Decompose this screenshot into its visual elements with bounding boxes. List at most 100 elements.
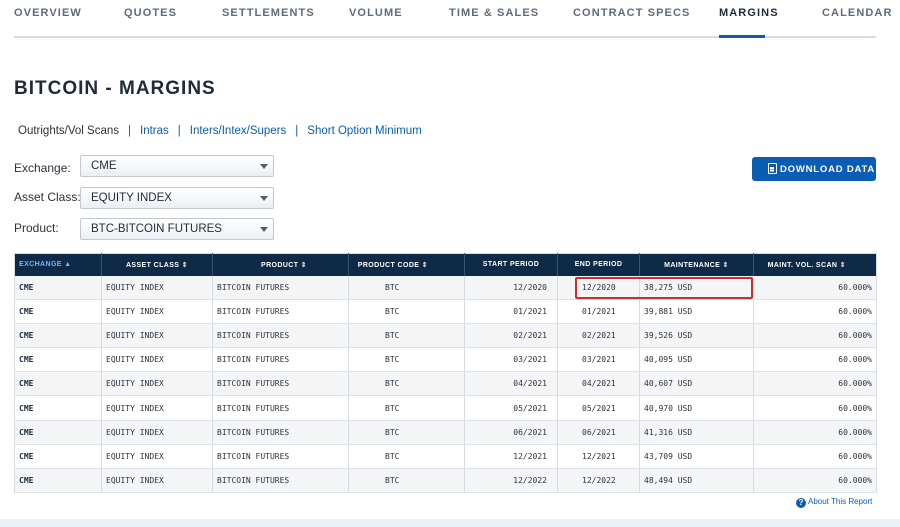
download-data-button[interactable]: DOWNLOAD DATA (752, 157, 876, 181)
chevron-down-icon (260, 164, 268, 169)
exchange-select-value: CME (91, 160, 117, 172)
active-tab-indicator (719, 35, 765, 38)
tab-contract-specs[interactable]: CONTRACT SPECS (573, 7, 690, 19)
cell-maintenance: 40,970 USD (639, 395, 754, 421)
cell-exchange: CME (14, 323, 102, 349)
cell-product: BITCOIN FUTURES (212, 299, 349, 325)
cell-end-period: 12/2022 (557, 468, 640, 493)
subnav-outrights[interactable]: Outrights/Vol Scans (18, 125, 119, 137)
cell-maint-vol-scan: 60.000% (753, 395, 877, 421)
cell-asset-class: EQUITY INDEX (101, 371, 213, 397)
col-header-asset-class[interactable]: ASSET CLASS ⇕ (101, 253, 213, 276)
cell-start-period: 03/2021 (464, 347, 558, 373)
cell-exchange: CME (14, 420, 102, 445)
col-header-start-period[interactable]: START PERIOD (464, 253, 558, 276)
tab-margins[interactable]: MARGINS (719, 7, 779, 19)
col-header-product[interactable]: PRODUCT ⇕ (212, 253, 349, 276)
cell-product: BITCOIN FUTURES (212, 371, 349, 397)
col-header-maintenance[interactable]: MAINTENANCE ⇕ (639, 253, 754, 276)
cell-asset-class: EQUITY INDEX (101, 347, 213, 373)
top-nav: OVERVIEW QUOTES SETTLEMENTS VOLUME TIME … (14, 0, 891, 38)
cell-asset-class: EQUITY INDEX (101, 395, 213, 421)
subnav-intras[interactable]: Intras (140, 125, 169, 137)
exchange-label: Exchange: (14, 161, 71, 175)
sort-icon: ⇕ (722, 261, 729, 269)
cell-maint-vol-scan: 60.000% (753, 347, 877, 373)
product-select[interactable]: BTC-BITCOIN FUTURES (80, 218, 274, 240)
about-report-link[interactable]: ? About This Report (796, 497, 872, 508)
asset-class-select[interactable]: EQUITY INDEX (80, 187, 274, 209)
cell-exchange: CME (14, 444, 102, 469)
cell-end-period: 02/2021 (557, 323, 640, 349)
cell-start-period: 12/2021 (464, 444, 558, 469)
table-row: CME EQUITY INDEX BITCOIN FUTURES BTC 02/2021… (14, 323, 877, 349)
cell-end-period: 05/2021 (557, 395, 640, 421)
cell-start-period: 06/2021 (464, 420, 558, 445)
cell-start-period: 02/2021 (464, 323, 558, 349)
cell-maint-vol-scan: 60.000% (753, 275, 877, 301)
table-header-row: EXCHANGE ▲ ASSET CLASS ⇕ PRODUCT ⇕ PRODU… (14, 253, 877, 276)
cell-product-code: BTC (348, 420, 465, 445)
cell-end-period: 12/2021 (557, 444, 640, 469)
exchange-select[interactable]: CME (80, 155, 274, 177)
cell-product-code: BTC (348, 347, 465, 373)
asset-class-select-value: EQUITY INDEX (91, 192, 172, 204)
download-data-label: DOWNLOAD DATA (780, 164, 876, 175)
subnav-inters[interactable]: Inters/Intex/Supers (190, 125, 287, 137)
product-select-value: BTC-BITCOIN FUTURES (91, 223, 222, 235)
table-body: CME EQUITY INDEX BITCOIN FUTURES BTC 12/2020… (14, 275, 877, 493)
sort-asc-icon: ▲ (64, 261, 72, 269)
subnav-separator: | (295, 125, 299, 137)
tab-quotes[interactable]: QUOTES (124, 7, 177, 19)
cell-product-code: BTC (348, 323, 465, 349)
cell-product-code: BTC (348, 275, 465, 301)
table-row: CME EQUITY INDEX BITCOIN FUTURES BTC 01/2021… (14, 299, 877, 325)
cell-product: BITCOIN FUTURES (212, 275, 349, 301)
cell-asset-class: EQUITY INDEX (101, 420, 213, 445)
col-header-end-period[interactable]: END PERIOD (557, 253, 640, 276)
cell-maint-vol-scan: 60.000% (753, 371, 877, 397)
cell-exchange: CME (14, 468, 102, 493)
subnav-separator: | (177, 125, 181, 137)
cell-start-period: 12/2022 (464, 468, 558, 493)
tab-calendar[interactable]: CALENDAR (822, 7, 893, 19)
table-row: CME EQUITY INDEX BITCOIN FUTURES BTC 03/2021… (14, 347, 877, 373)
subnav-separator: | (128, 125, 131, 137)
cell-exchange: CME (14, 275, 102, 301)
tab-volume[interactable]: VOLUME (349, 7, 403, 19)
cell-product: BITCOIN FUTURES (212, 468, 349, 493)
cell-maintenance: 40,607 USD (639, 371, 754, 397)
cell-maintenance: 43,709 USD (639, 444, 754, 469)
cell-maint-vol-scan: 60.000% (753, 323, 877, 349)
cell-product: BITCOIN FUTURES (212, 395, 349, 421)
cell-start-period: 12/2020 (464, 275, 558, 301)
chevron-down-icon (260, 196, 268, 201)
cell-end-period: 12/2020 (557, 275, 640, 301)
tab-time-sales[interactable]: TIME & SALES (449, 7, 539, 19)
table-row: CME EQUITY INDEX BITCOIN FUTURES BTC 05/2021… (14, 395, 877, 421)
table-row: CME EQUITY INDEX BITCOIN FUTURES BTC 12/2020… (14, 275, 877, 301)
cell-asset-class: EQUITY INDEX (101, 275, 213, 301)
cell-exchange: CME (14, 299, 102, 325)
sort-icon: ⇕ (839, 261, 846, 269)
cell-asset-class: EQUITY INDEX (101, 444, 213, 469)
tab-overview[interactable]: OVERVIEW (14, 7, 82, 19)
col-header-maint-vol-scan[interactable]: MAINT. VOL. SCAN ⇕ (753, 253, 877, 276)
cell-exchange: CME (14, 395, 102, 421)
col-header-exchange[interactable]: EXCHANGE ▲ (14, 253, 102, 276)
cell-end-period: 06/2021 (557, 420, 640, 445)
cell-maint-vol-scan: 60.000% (753, 299, 877, 325)
cell-product-code: BTC (348, 299, 465, 325)
cell-product-code: BTC (348, 371, 465, 397)
cell-maint-vol-scan: 60.000% (753, 420, 877, 445)
table-row: CME EQUITY INDEX BITCOIN FUTURES BTC 06/2021… (14, 420, 877, 445)
sort-icon: ⇕ (181, 261, 189, 269)
subnav-short-option[interactable]: Short Option Minimum (307, 125, 421, 137)
chevron-down-icon (260, 227, 268, 232)
tab-settlements[interactable]: SETTLEMENTS (222, 7, 315, 19)
cell-maint-vol-scan: 60.000% (753, 468, 877, 493)
table-row: CME EQUITY INDEX BITCOIN FUTURES BTC 12/2021… (14, 444, 877, 469)
col-header-product-code[interactable]: PRODUCT CODE ⇕ (348, 253, 465, 276)
footer-band (0, 519, 900, 527)
document-icon (768, 163, 777, 174)
